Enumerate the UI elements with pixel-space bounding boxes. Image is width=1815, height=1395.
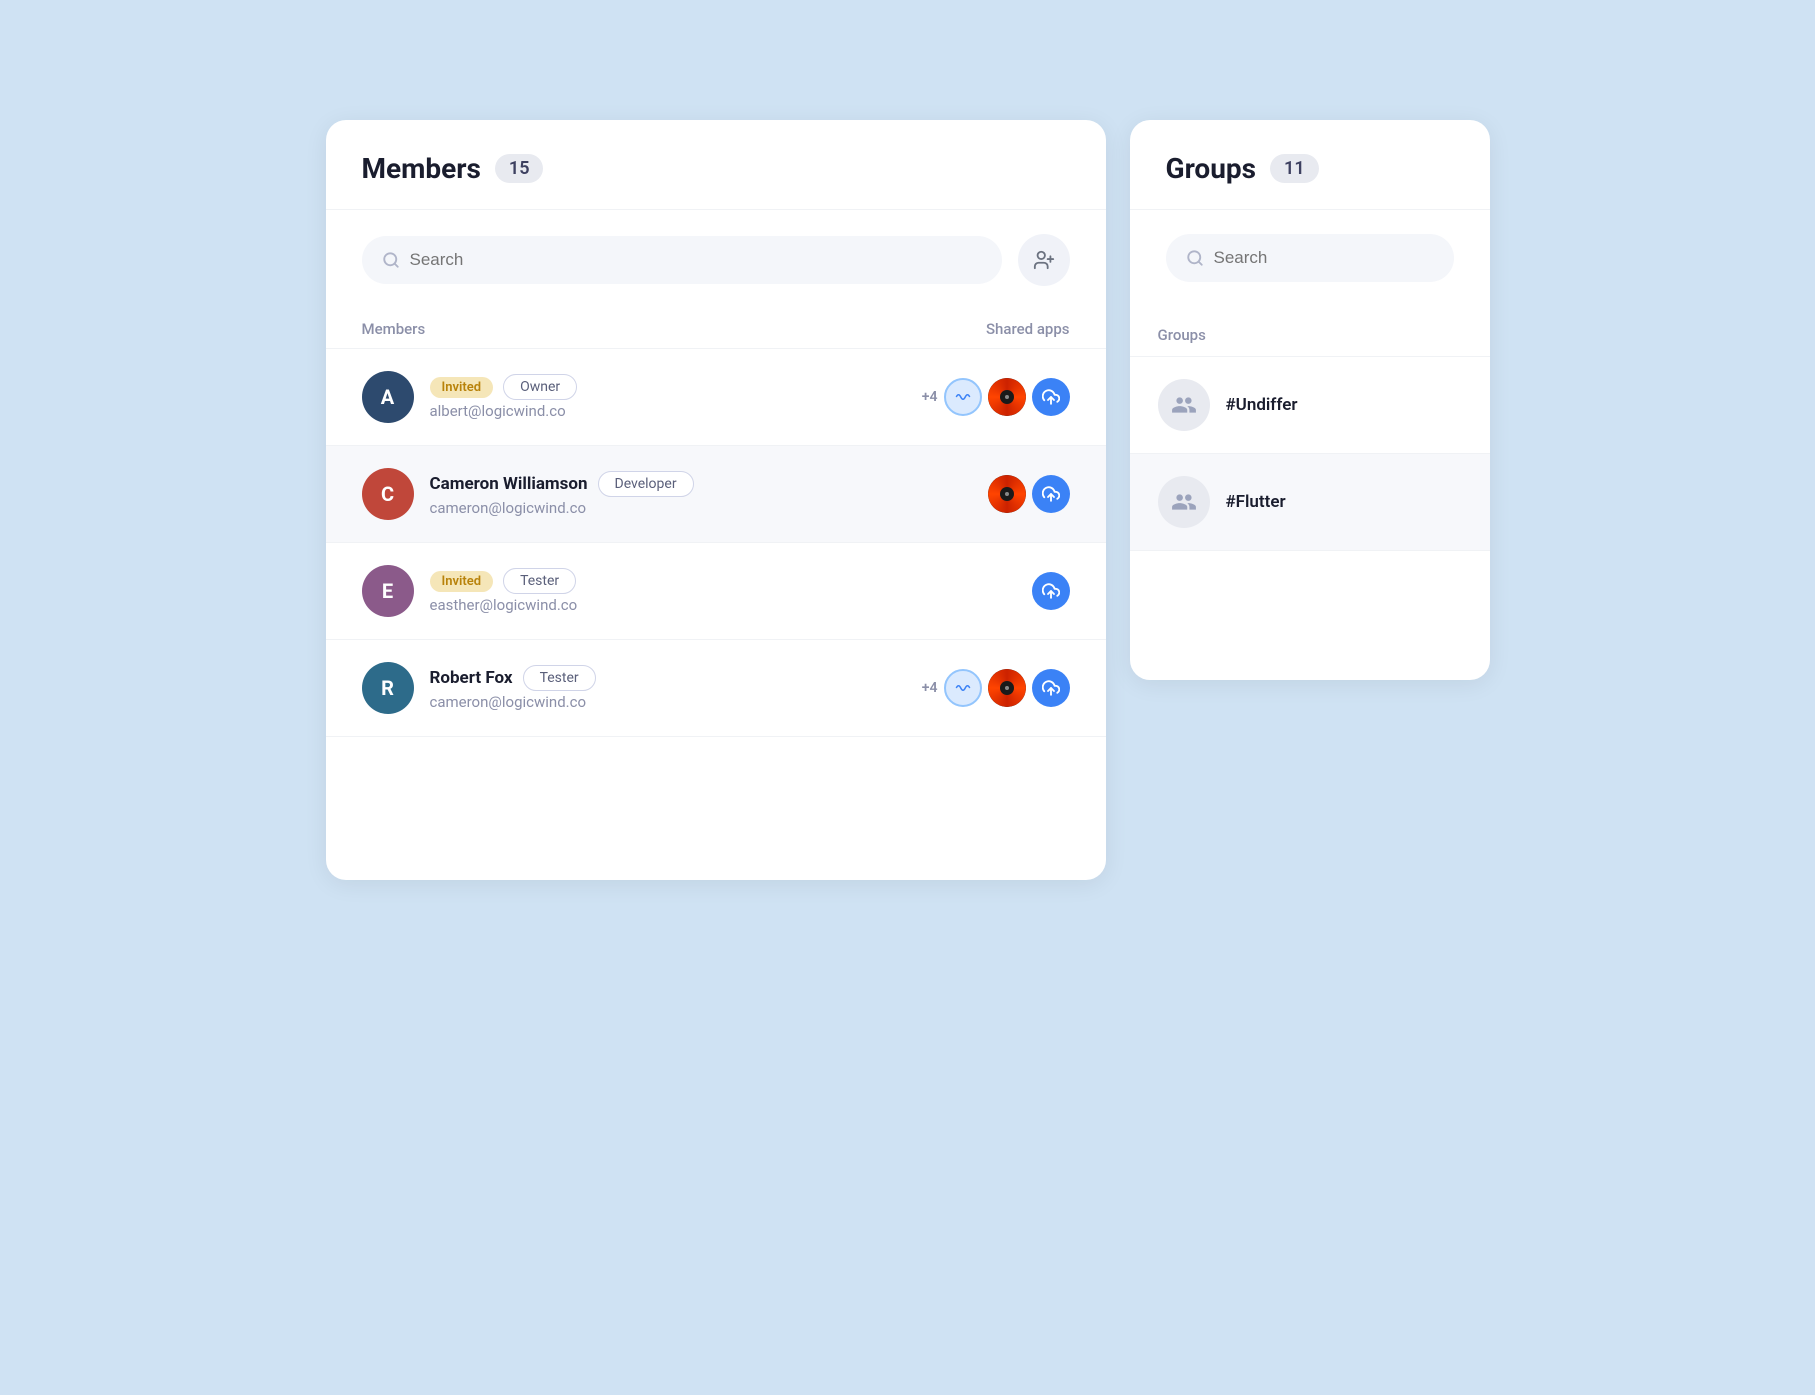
members-search-input[interactable] <box>410 250 982 270</box>
member-info-cameron: Cameron Williamson Developer cameron@log… <box>430 471 972 517</box>
invited-badge-easther: Invited <box>430 571 494 592</box>
group-avatar-undiffer <box>1158 379 1210 431</box>
member-row-robert[interactable]: R Robert Fox Tester cameron@logicwind.co… <box>326 640 1106 737</box>
groups-search-icon <box>1186 249 1204 267</box>
members-search-row <box>326 210 1106 310</box>
invited-badge-albert: Invited <box>430 377 494 398</box>
add-member-button[interactable] <box>1018 234 1070 286</box>
app-icon-upload-easther <box>1032 572 1070 610</box>
app-icon-upload-robert <box>1032 669 1070 707</box>
search-icon <box>382 251 400 269</box>
group-row-undiffer[interactable]: #Undiffer <box>1130 357 1490 454</box>
groups-search-row <box>1130 210 1490 306</box>
avatar-robert: R <box>362 662 414 714</box>
member-info-robert: Robert Fox Tester cameron@logicwind.co <box>430 665 906 711</box>
member-name-row-albert: Invited Owner <box>430 374 906 400</box>
member-name-row-robert: Robert Fox Tester <box>430 665 906 691</box>
group-name-undiffer: #Undiffer <box>1226 395 1298 415</box>
app-icon-vinyl-robert <box>988 669 1026 707</box>
apps-section-easther <box>1032 572 1070 610</box>
member-row-albert[interactable]: A Invited Owner albert@logicwind.co +4 <box>326 349 1106 446</box>
members-panel-header: Members 15 <box>326 120 1106 210</box>
upload-icon-easther <box>1042 582 1060 600</box>
apps-section-robert: +4 <box>922 669 1070 707</box>
role-badge-easther: Tester <box>503 568 576 594</box>
groups-title: Groups <box>1166 152 1257 185</box>
member-name-row-easther: Invited Tester <box>430 568 1016 594</box>
group-icon-flutter <box>1171 489 1197 515</box>
column-shared-apps-label: Shared apps <box>986 320 1070 338</box>
members-panel: Members 15 Members Shared apps A <box>326 120 1106 880</box>
app-icon-vinyl-albert <box>988 378 1026 416</box>
app-icon-wave-robert <box>944 669 982 707</box>
apps-section-cameron <box>988 475 1070 513</box>
group-avatar-flutter <box>1158 476 1210 528</box>
apps-section-albert: +4 <box>922 378 1070 416</box>
wave-icon <box>954 388 972 406</box>
member-row-easther[interactable]: E Invited Tester easther@logicwind.co <box>326 543 1106 640</box>
upload-icon-robert <box>1042 679 1060 697</box>
groups-panel: Groups 11 Groups #Undiffer <box>1130 120 1490 680</box>
table-header: Members Shared apps <box>326 310 1106 349</box>
role-badge-albert: Owner <box>503 374 577 400</box>
plus-count-albert: +4 <box>922 389 938 405</box>
app-icon-upload-albert <box>1032 378 1070 416</box>
groups-list-header: Groups <box>1130 306 1490 357</box>
role-badge-cameron: Developer <box>598 471 694 497</box>
plus-count-robert: +4 <box>922 680 938 696</box>
member-name-row-cameron: Cameron Williamson Developer <box>430 471 972 497</box>
groups-search-input[interactable] <box>1214 248 1434 268</box>
upload-icon <box>1042 388 1060 406</box>
members-search-wrapper[interactable] <box>362 236 1002 284</box>
wave-icon-robert <box>954 679 972 697</box>
member-email-robert: cameron@logicwind.co <box>430 693 906 711</box>
groups-panel-header: Groups 11 <box>1130 120 1490 210</box>
member-info-albert: Invited Owner albert@logicwind.co <box>430 374 906 420</box>
members-count-badge: 15 <box>495 154 544 183</box>
member-row-cameron[interactable]: C Cameron Williamson Developer cameron@l… <box>326 446 1106 543</box>
group-row-flutter[interactable]: #Flutter <box>1130 454 1490 551</box>
member-email-easther: easther@logicwind.co <box>430 596 1016 614</box>
app-icon-vinyl-cameron <box>988 475 1026 513</box>
members-title: Members <box>362 152 481 185</box>
column-members-label: Members <box>362 320 426 338</box>
upload-icon-cameron <box>1042 485 1060 503</box>
role-badge-robert: Tester <box>523 665 596 691</box>
member-info-easther: Invited Tester easther@logicwind.co <box>430 568 1016 614</box>
groups-search-wrapper[interactable] <box>1166 234 1454 282</box>
member-email-cameron: cameron@logicwind.co <box>430 499 972 517</box>
avatar-easther: E <box>362 565 414 617</box>
group-name-flutter: #Flutter <box>1226 492 1286 512</box>
group-icon-undiffer <box>1171 392 1197 418</box>
avatar-cameron: C <box>362 468 414 520</box>
member-email-albert: albert@logicwind.co <box>430 402 906 420</box>
avatar-albert: A <box>362 371 414 423</box>
main-container: Members 15 Members Shared apps A <box>0 0 1815 1395</box>
add-person-icon <box>1033 249 1055 271</box>
member-name-cameron: Cameron Williamson <box>430 474 588 494</box>
member-name-robert: Robert Fox <box>430 668 513 688</box>
app-icon-wave <box>944 378 982 416</box>
app-icon-upload-cameron <box>1032 475 1070 513</box>
groups-count-badge: 11 <box>1270 154 1319 183</box>
